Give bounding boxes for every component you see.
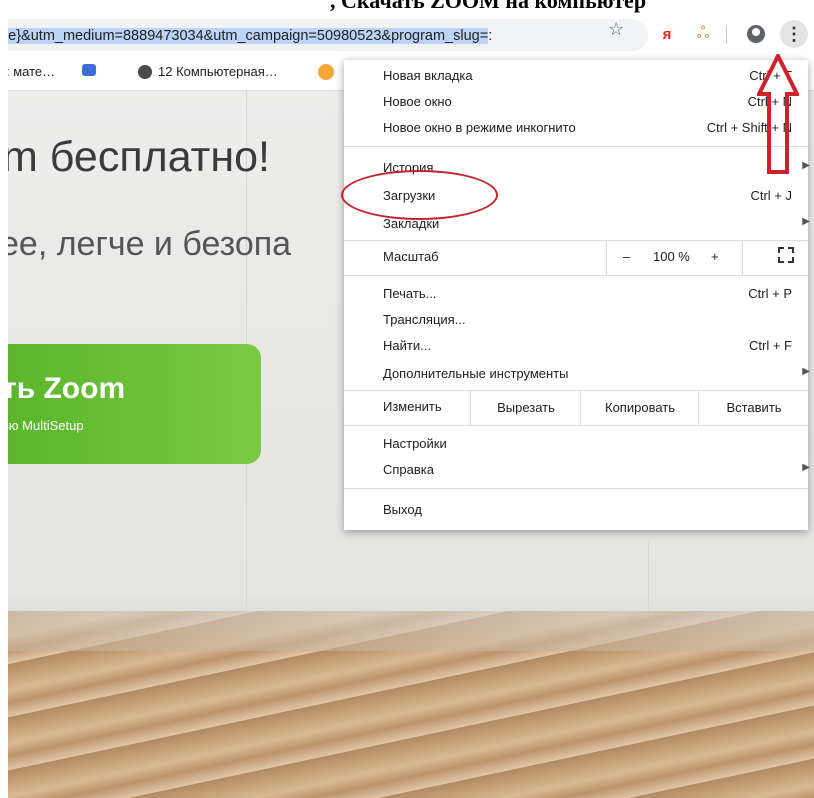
yandex-icon[interactable]: я bbox=[656, 23, 678, 45]
zoom-label: Масштаб bbox=[383, 249, 439, 264]
url-tail: : bbox=[488, 28, 493, 44]
zoom-value: 100 % bbox=[653, 249, 690, 264]
page-subheadline: ее, легче и безопа bbox=[8, 225, 292, 263]
menu-label: Справка bbox=[383, 462, 434, 477]
menu-item-settings[interactable]: Настройки bbox=[344, 432, 808, 456]
menu-label: Найти... bbox=[383, 338, 431, 353]
extension-icon[interactable]: ஃ bbox=[692, 23, 714, 45]
menu-item-incognito[interactable]: Новое окно в режиме инкогнито Ctrl + Shif… bbox=[344, 116, 808, 140]
menu-item-new-window[interactable]: Новое окно Ctrl + N bbox=[344, 90, 808, 114]
zoom-out-button[interactable]: – bbox=[623, 249, 630, 264]
bookmark-item-computer[interactable]: 12 Компьютерная… bbox=[138, 64, 278, 79]
chrome-menu: Новая вкладка Ctrl + T Новое окно Ctrl + N… bbox=[344, 60, 810, 530]
star-icon[interactable]: ☆ bbox=[608, 19, 624, 40]
menu-item-exit[interactable]: Выход bbox=[344, 498, 808, 522]
bookmark-item-chat[interactable] bbox=[82, 64, 96, 76]
chat-icon bbox=[82, 64, 96, 76]
menu-item-print[interactable]: Печать... Ctrl + P bbox=[344, 282, 808, 306]
cut-button[interactable]: Вырезать bbox=[470, 391, 581, 425]
cta-subtitle: ью MultiSetup bbox=[8, 418, 84, 433]
toolbar: urce}&utm_medium=8889473034&utm_campaign… bbox=[8, 14, 814, 56]
wheel-icon bbox=[318, 64, 334, 80]
url-selection: urce}&utm_medium=8889473034&utm_campaign… bbox=[8, 28, 489, 44]
wall-line bbox=[648, 541, 649, 611]
caption-text: , Скачать ZOOM на компьютер bbox=[330, 0, 647, 13]
menu-item-new-tab[interactable]: Новая вкладка Ctrl + T bbox=[344, 64, 808, 88]
fullscreen-icon[interactable] bbox=[778, 247, 794, 263]
address-url[interactable]: urce}&utm_medium=8889473034&utm_campaign… bbox=[8, 28, 492, 44]
browser-window: urce}&utm_medium=8889473034&utm_campaign… bbox=[8, 14, 814, 798]
menu-divider bbox=[344, 488, 808, 489]
menu-label: Новое окно bbox=[383, 94, 452, 109]
menu-edit-row: Изменить Вырезать Копировать Вставить bbox=[344, 390, 808, 426]
menu-shortcut: Ctrl + F bbox=[749, 338, 792, 353]
menu-label: Новая вкладка bbox=[383, 68, 473, 83]
menu-divider bbox=[344, 146, 808, 147]
zoom-controls: – 100 % + bbox=[606, 241, 743, 275]
submenu-arrow-icon: ▶ bbox=[802, 160, 810, 171]
red-arrow-annotation bbox=[757, 54, 799, 174]
menu-shortcut: Ctrl + J bbox=[750, 188, 792, 203]
copy-button[interactable]: Копировать bbox=[580, 391, 699, 425]
menu-zoom-row: Масштаб – 100 % + bbox=[344, 240, 808, 276]
menu-label: Новое окно в режиме инкогнито bbox=[383, 120, 576, 135]
caption-bar: , Скачать ZOOM на компьютер bbox=[0, 0, 814, 14]
paste-button[interactable]: Вставить bbox=[698, 391, 809, 425]
menu-shortcut: Ctrl + P bbox=[748, 286, 792, 301]
submenu-arrow-icon: ▶ bbox=[802, 366, 810, 377]
submenu-arrow-icon: ▶ bbox=[802, 462, 810, 473]
bookmark-label: 12 Компьютерная… bbox=[158, 64, 278, 79]
globe-icon bbox=[138, 64, 152, 79]
bookmark-label: : мате… bbox=[8, 64, 56, 79]
zoom-in-button[interactable]: + bbox=[711, 249, 719, 264]
page-headline: m бесплатно! bbox=[8, 133, 270, 181]
profile-icon[interactable] bbox=[745, 23, 767, 45]
menu-label: Дополнительные инструменты bbox=[383, 366, 569, 381]
bookmark-item-materials[interactable]: : мате… bbox=[8, 64, 55, 79]
menu-item-more-tools[interactable]: Дополнительные инструменты ▶ bbox=[344, 362, 810, 386]
cta-title: ть Zoom bbox=[8, 372, 126, 405]
menu-label: Настройки bbox=[383, 436, 447, 451]
submenu-arrow-icon: ▶ bbox=[802, 216, 810, 227]
menu-item-find[interactable]: Найти... Ctrl + F bbox=[344, 334, 808, 358]
download-zoom-button[interactable]: ть Zoom ью MultiSetup bbox=[8, 344, 261, 464]
menu-item-cast[interactable]: Трансляция... bbox=[344, 308, 808, 332]
address-bar[interactable]: urce}&utm_medium=8889473034&utm_campaign… bbox=[8, 19, 648, 51]
edit-label: Изменить bbox=[383, 399, 442, 414]
menu-label: Трансляция... bbox=[383, 312, 466, 327]
bookmark-item-wheel[interactable] bbox=[318, 64, 334, 80]
menu-item-help[interactable]: Справка ▶ bbox=[344, 458, 810, 482]
menu-label: Выход bbox=[383, 502, 422, 517]
floor-shade bbox=[8, 611, 814, 651]
highlight-circle bbox=[341, 170, 498, 220]
menu-label: Печать... bbox=[383, 286, 437, 301]
toolbar-separator bbox=[726, 26, 727, 44]
chrome-menu-button[interactable]: ⋮ bbox=[780, 20, 808, 48]
